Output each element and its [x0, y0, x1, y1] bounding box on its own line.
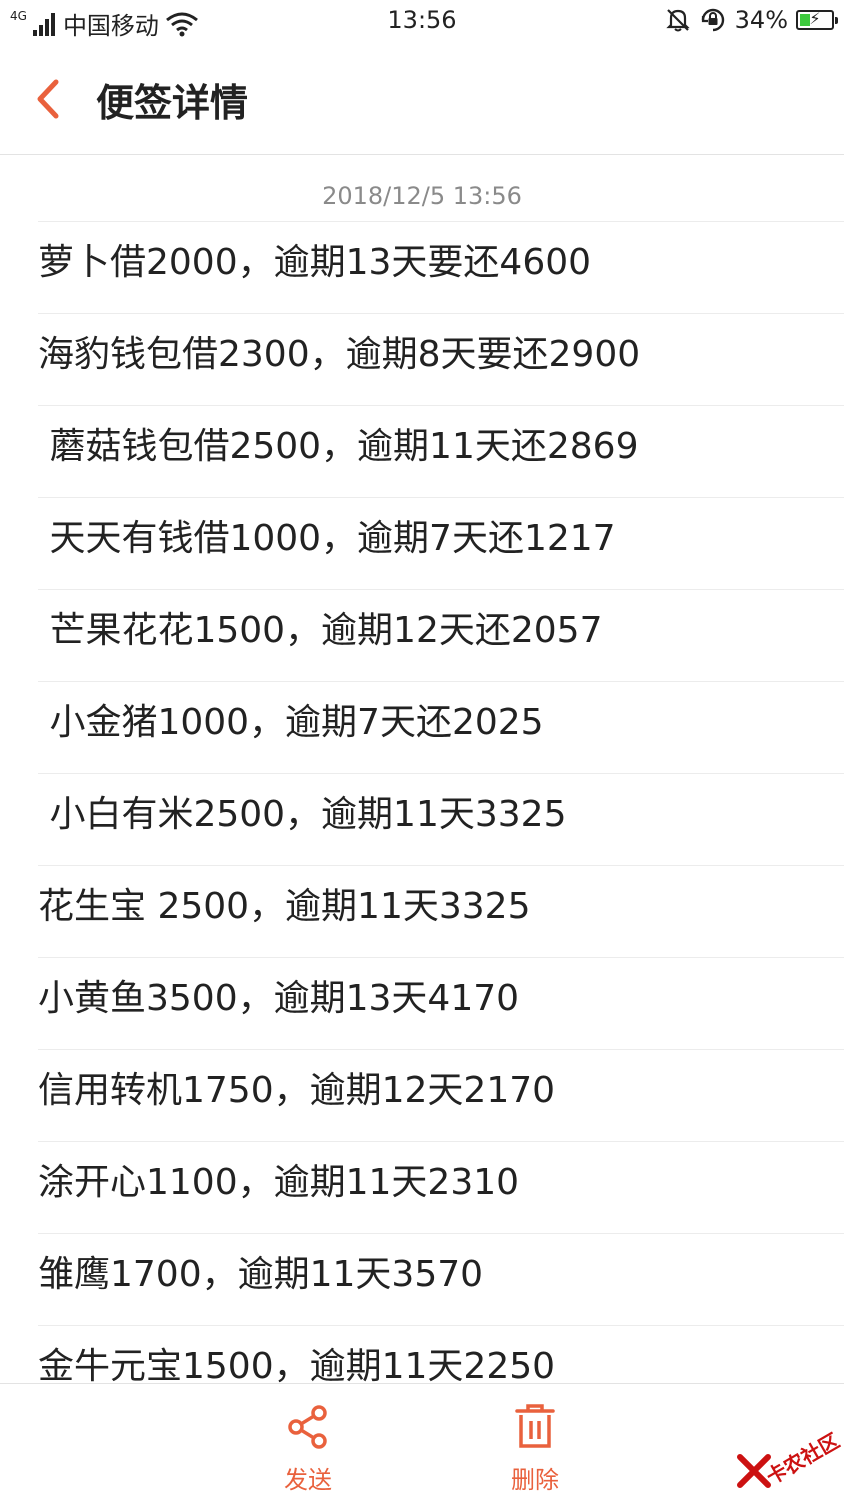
note-content: 萝卜借2000，逾期13天要还4600 海豹钱包借2300，逾期8天要还2900 …: [38, 221, 844, 1417]
bottom-action-bar: 发送 删除 卡农社区: [0, 1383, 844, 1501]
app-header: 便签详情: [0, 44, 844, 155]
watermark-logo: 卡农社区: [736, 1421, 843, 1491]
charging-bolt-icon: ⚡: [809, 9, 821, 28]
note-line: 信用转机1750，逾期12天2170: [38, 1049, 844, 1141]
status-bar: 4G 中国移动 13:56 34% ⚡: [0, 0, 844, 44]
chevron-left-icon[interactable]: [28, 74, 68, 124]
share-icon: [288, 1405, 327, 1449]
page-title: 便签详情: [96, 81, 249, 125]
note-line: 雏鹰1700，逾期11天3570: [38, 1233, 844, 1325]
note-line: 芒果花花1500，逾期12天还2057: [38, 589, 844, 681]
send-label: 发送: [284, 1466, 332, 1494]
delete-label: 删除: [511, 1466, 559, 1494]
note-timestamp: 2018/12/5 13:56: [322, 182, 522, 210]
trash-icon: [515, 1404, 555, 1448]
note-line: 萝卜借2000，逾期13天要还4600: [38, 221, 844, 313]
note-line: 小白有米2500，逾期11天3325: [38, 773, 844, 865]
note-line: 蘑菇钱包借2500，逾期11天还2869: [38, 405, 844, 497]
rotation-lock-icon: [701, 8, 724, 32]
watermark-text: 卡农社区: [762, 1428, 844, 1490]
note-line: 小金猪1000，逾期7天还2025: [38, 681, 844, 773]
note-line: 小黄鱼3500，逾期13天4170: [38, 957, 844, 1049]
note-line: 天天有钱借1000，逾期7天还1217: [38, 497, 844, 589]
mute-icon: [666, 9, 690, 32]
battery-percent: 34%: [734, 6, 788, 34]
note-line: 花生宝 2500，逾期11天3325: [38, 865, 844, 957]
battery-icon: ⚡: [796, 9, 838, 30]
note-line: 海豹钱包借2300，逾期8天要还2900: [38, 313, 844, 405]
delete-button[interactable]: 删除: [480, 1402, 590, 1495]
send-button[interactable]: 发送: [253, 1402, 363, 1495]
note-line: 涂开心1100，逾期11天2310: [38, 1141, 844, 1233]
status-right: 34% ⚡: [665, 6, 838, 34]
